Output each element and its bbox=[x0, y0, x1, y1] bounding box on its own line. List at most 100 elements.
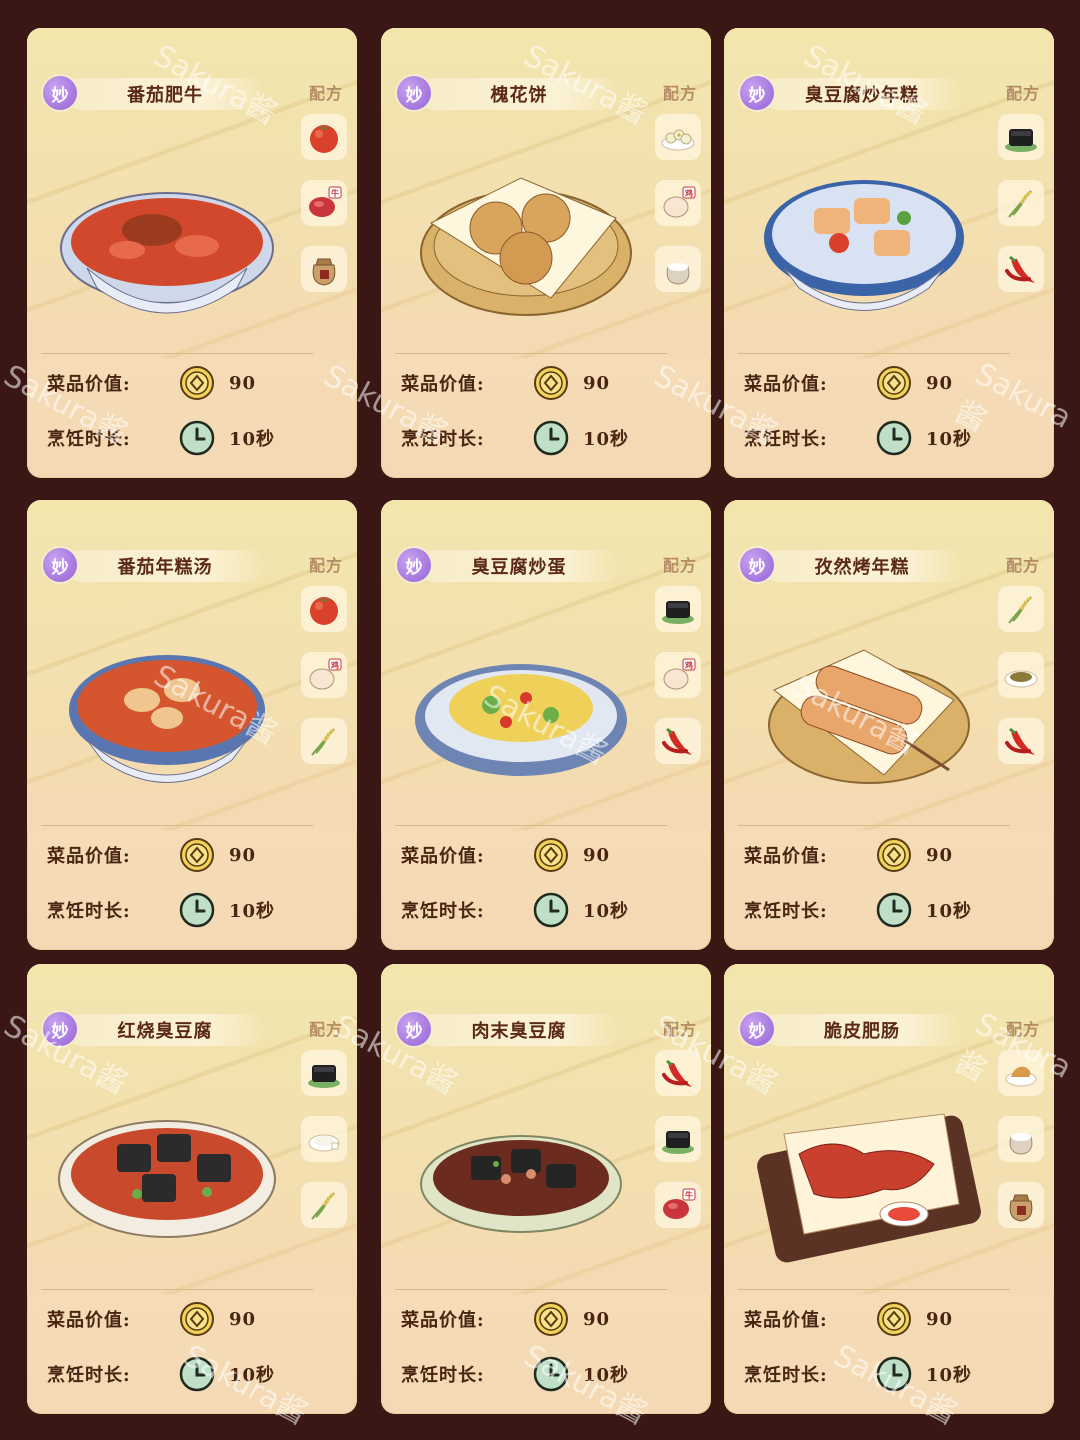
time-row: 烹饪时长: 10秒 bbox=[401, 892, 629, 928]
value-number: 90 bbox=[583, 844, 611, 866]
recipe-card[interactable]: 妙 肉末臭豆腐 配方 牛 菜品价值: 90 烹饪时长: 10秒 bbox=[381, 964, 711, 1414]
value-label: 菜品价值: bbox=[744, 374, 828, 395]
seasoning-bag-icon bbox=[301, 246, 347, 292]
stinky-tofu-icon bbox=[301, 1050, 347, 1096]
seasoning-bag-icon bbox=[998, 1182, 1044, 1228]
clock-icon bbox=[876, 892, 912, 928]
dish-name: 臭豆腐炒年糕 bbox=[762, 78, 962, 110]
clock-icon bbox=[533, 1356, 569, 1392]
dish-name: 番茄肥牛 bbox=[65, 78, 265, 110]
recipe-card[interactable]: 妙 臭豆腐炒年糕 配方 菜品价值: 90 烹饪时长: 10秒 bbox=[724, 28, 1054, 478]
dish-image bbox=[744, 138, 984, 328]
dish-name: 脆皮肥肠 bbox=[762, 1014, 962, 1046]
value-label: 菜品价值: bbox=[744, 846, 828, 867]
time-label: 烹饪时长: bbox=[744, 901, 828, 922]
chili-icon bbox=[655, 718, 701, 764]
coin-icon bbox=[179, 365, 215, 401]
time-label: 烹饪时长: bbox=[47, 1365, 131, 1386]
recipe-card[interactable]: 妙 臭豆腐炒蛋 配方 鸡 菜品价值: 90 烹饪时长: 10秒 bbox=[381, 500, 711, 950]
egg-icon: 鸡 bbox=[301, 652, 347, 698]
time-label: 烹饪时长: bbox=[47, 901, 131, 922]
svg-text:鸡: 鸡 bbox=[684, 660, 693, 670]
time-label: 烹饪时长: bbox=[744, 429, 828, 450]
divider bbox=[395, 353, 667, 354]
recipe-card[interactable]: 妙 脆皮肥肠 配方 菜品价值: 90 烹饪时长: 10秒 bbox=[724, 964, 1054, 1414]
time-number: 10秒 bbox=[583, 1365, 630, 1386]
recipe-label: 配方 bbox=[308, 556, 343, 575]
divider bbox=[738, 825, 1010, 826]
value-row: 菜品价值: 90 bbox=[47, 365, 256, 401]
dish-name: 槐花饼 bbox=[419, 78, 619, 110]
badge-icon: 妙 bbox=[43, 548, 77, 582]
value-row: 菜品价值: 90 bbox=[744, 837, 953, 873]
svg-text:鸡: 鸡 bbox=[684, 188, 693, 198]
egg-icon: 鸡 bbox=[655, 180, 701, 226]
recipe-card[interactable]: 妙 红烧臭豆腐 配方 菜品价值: 90 烹饪时长: 10秒 bbox=[27, 964, 357, 1414]
recipe-label: 配方 bbox=[1005, 84, 1040, 103]
dish-image bbox=[401, 1074, 641, 1264]
rice-stalk-icon bbox=[998, 586, 1044, 632]
coin-icon bbox=[533, 1301, 569, 1337]
coin-icon bbox=[533, 837, 569, 873]
time-label: 烹饪时长: bbox=[401, 429, 485, 450]
time-row: 烹饪时长: 10秒 bbox=[47, 892, 275, 928]
dish-name: 红烧臭豆腐 bbox=[65, 1014, 265, 1046]
recipe-label: 配方 bbox=[308, 1020, 343, 1039]
tomato-icon bbox=[301, 114, 347, 160]
dish-name: 番茄年糕汤 bbox=[65, 550, 265, 582]
dish-image bbox=[744, 610, 984, 800]
recipe-label: 配方 bbox=[1005, 556, 1040, 575]
value-row: 菜品价值: 90 bbox=[744, 1301, 953, 1337]
divider bbox=[395, 825, 667, 826]
value-label: 菜品价值: bbox=[47, 374, 131, 395]
divider bbox=[395, 1289, 667, 1290]
chili-icon bbox=[998, 718, 1044, 764]
divider bbox=[738, 1289, 1010, 1290]
meat-icon bbox=[998, 1050, 1044, 1096]
value-label: 菜品价值: bbox=[47, 1310, 131, 1331]
beef-icon: 牛 bbox=[301, 180, 347, 226]
value-number: 90 bbox=[926, 844, 954, 866]
time-number: 10秒 bbox=[583, 429, 630, 450]
coin-icon bbox=[179, 1301, 215, 1337]
divider bbox=[41, 1289, 313, 1290]
value-number: 90 bbox=[229, 844, 257, 866]
time-number: 10秒 bbox=[229, 1365, 276, 1386]
value-number: 90 bbox=[583, 372, 611, 394]
value-number: 90 bbox=[583, 1308, 611, 1330]
flower-icon bbox=[655, 114, 701, 160]
time-row: 烹饪时长: 10秒 bbox=[401, 1356, 629, 1392]
rice-stalk-icon bbox=[998, 180, 1044, 226]
clock-icon bbox=[179, 892, 215, 928]
coin-icon bbox=[179, 837, 215, 873]
value-row: 菜品价值: 90 bbox=[744, 365, 953, 401]
badge-icon: 妙 bbox=[397, 548, 431, 582]
recipe-card[interactable]: 妙 番茄肥牛 配方 牛 菜品价值: 90 烹饪时长: 10秒 bbox=[27, 28, 357, 478]
value-label: 菜品价值: bbox=[744, 1310, 828, 1331]
chili-icon bbox=[998, 246, 1044, 292]
clock-icon bbox=[876, 420, 912, 456]
coin-icon bbox=[533, 365, 569, 401]
dish-image bbox=[47, 138, 287, 328]
recipe-label: 配方 bbox=[662, 556, 697, 575]
badge-icon: 妙 bbox=[43, 76, 77, 110]
time-row: 烹饪时长: 10秒 bbox=[47, 420, 275, 456]
tomato-icon bbox=[301, 586, 347, 632]
recipe-card[interactable]: 妙 槐花饼 配方 鸡 菜品价值: 90 烹饪时长: 10秒 bbox=[381, 28, 711, 478]
value-label: 菜品价值: bbox=[47, 846, 131, 867]
stinky-tofu-icon bbox=[655, 1116, 701, 1162]
sugar-icon bbox=[301, 1116, 347, 1162]
badge-icon: 妙 bbox=[43, 1012, 77, 1046]
dish-image bbox=[744, 1074, 984, 1264]
coin-icon bbox=[876, 365, 912, 401]
stinky-tofu-icon bbox=[655, 586, 701, 632]
recipe-card[interactable]: 妙 番茄年糕汤 配方 鸡 菜品价值: 90 烹饪时长: 10秒 bbox=[27, 500, 357, 950]
time-row: 烹饪时长: 10秒 bbox=[401, 420, 629, 456]
svg-text:鸡: 鸡 bbox=[330, 660, 339, 670]
time-number: 10秒 bbox=[229, 901, 276, 922]
dish-name: 孜然烤年糕 bbox=[762, 550, 962, 582]
value-number: 90 bbox=[229, 1308, 257, 1330]
coin-icon bbox=[876, 1301, 912, 1337]
recipe-card[interactable]: 妙 孜然烤年糕 配方 菜品价值: 90 烹饪时长: 10秒 bbox=[724, 500, 1054, 950]
time-label: 烹饪时长: bbox=[47, 429, 131, 450]
